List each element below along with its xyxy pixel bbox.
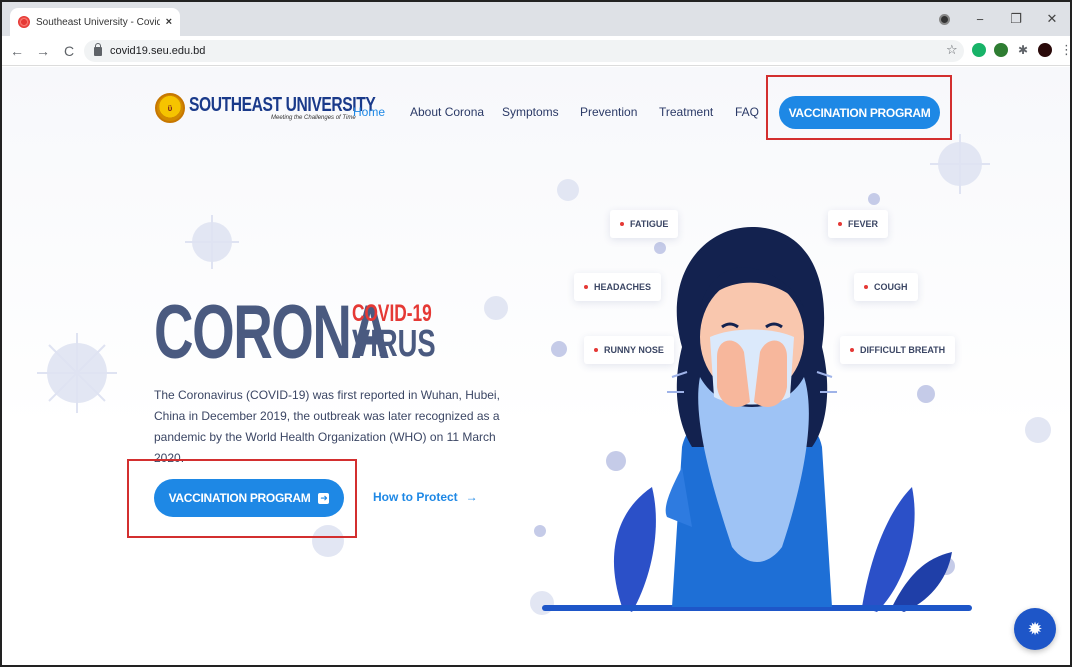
browser-tabbar: Southeast University - Covid Awa × − ❐ ✕ xyxy=(2,2,1070,36)
hero-title-virus: VIRUS xyxy=(352,323,436,365)
symptom-label: HEADACHES xyxy=(594,282,652,292)
favicon-icon xyxy=(18,16,30,28)
symptom-label: FATIGUE xyxy=(630,219,669,229)
browser-toolbar: ← → C covid19.seu.edu.bd xyxy=(2,36,1070,66)
window-controls: − ❐ ✕ xyxy=(962,2,1070,36)
close-window-icon[interactable]: ✕ xyxy=(1034,11,1070,27)
site-logo[interactable]: ϋ SOUTHEAST UNIVERSITY Meeting the Chall… xyxy=(155,93,428,123)
more-menu-icon[interactable]: ⋮ xyxy=(1060,43,1070,57)
browser-tab[interactable]: Southeast University - Covid Awa × xyxy=(10,8,180,36)
symptom-chip: COUGH xyxy=(854,273,918,301)
university-seal-icon: ϋ xyxy=(155,93,185,123)
nav-about-corona[interactable]: About Corona xyxy=(410,105,484,119)
address-bar[interactable]: covid19.seu.edu.bd xyxy=(84,40,964,62)
nav-symptoms[interactable]: Symptoms xyxy=(502,105,559,119)
minimize-icon[interactable]: − xyxy=(962,12,998,27)
extension-icon[interactable] xyxy=(994,43,1008,57)
restore-icon[interactable]: ❐ xyxy=(998,11,1034,27)
bullet-dot-icon xyxy=(620,222,624,226)
symptom-chip: DIFFICULT BREATH xyxy=(840,336,956,364)
virus-icon[interactable]: ✹ xyxy=(1014,608,1056,650)
symptom-label: COUGH xyxy=(874,282,908,292)
reload-icon[interactable]: C xyxy=(58,43,80,59)
bullet-dot-icon xyxy=(584,285,588,289)
nav-treatment[interactable]: Treatment xyxy=(659,105,713,119)
puzzle-extensions-icon[interactable]: ✱ xyxy=(1016,43,1030,57)
symptom-chip: RUNNY NOSE xyxy=(584,336,674,364)
profile-icon[interactable] xyxy=(939,14,950,25)
url-text: covid19.seu.edu.bd xyxy=(110,45,206,57)
symptom-chip: HEADACHES xyxy=(574,273,662,301)
page-viewport: ϋ SOUTHEAST UNIVERSITY Meeting the Chall… xyxy=(2,67,1070,665)
symptom-chip: FATIGUE xyxy=(610,210,679,238)
woman-sneezing-illustration xyxy=(542,227,972,612)
arrow-right-icon: → xyxy=(465,490,478,504)
tab-close-icon[interactable]: × xyxy=(166,16,172,28)
bookmark-star-icon[interactable]: ☆ xyxy=(946,42,958,58)
bullet-dot-icon xyxy=(594,348,598,352)
how-to-protect-link[interactable]: How to Protect → xyxy=(373,490,478,504)
nav-faq[interactable]: FAQ xyxy=(735,105,759,119)
hero-description: The Coronavirus (COVID-19) was first rep… xyxy=(154,388,500,465)
profile-avatar[interactable] xyxy=(1038,43,1052,57)
symptom-label: RUNNY NOSE xyxy=(604,345,664,355)
nav-prevention[interactable]: Prevention xyxy=(580,105,637,119)
logo-name: SOUTHEAST UNIVERSITY xyxy=(189,94,376,116)
lock-icon xyxy=(94,42,102,56)
forward-icon[interactable]: → xyxy=(32,43,54,59)
symptom-chip: FEVER xyxy=(828,210,889,238)
bullet-dot-icon xyxy=(864,285,868,289)
back-icon[interactable]: ← xyxy=(6,43,28,59)
symptom-label: DIFFICULT BREATH xyxy=(860,345,946,355)
nav-home[interactable]: Home xyxy=(353,105,385,119)
tab-title: Southeast University - Covid Awa xyxy=(36,16,160,28)
grammarly-extension-icon[interactable] xyxy=(972,43,986,57)
bullet-dot-icon xyxy=(838,222,842,226)
bullet-dot-icon xyxy=(850,348,854,352)
highlight-box-hero xyxy=(127,459,357,538)
screenshot-frame: Southeast University - Covid Awa × − ❐ ✕… xyxy=(0,0,1072,667)
how-to-protect-label: How to Protect xyxy=(373,490,458,504)
highlight-box-header xyxy=(766,75,952,140)
symptom-label: FEVER xyxy=(848,219,879,229)
